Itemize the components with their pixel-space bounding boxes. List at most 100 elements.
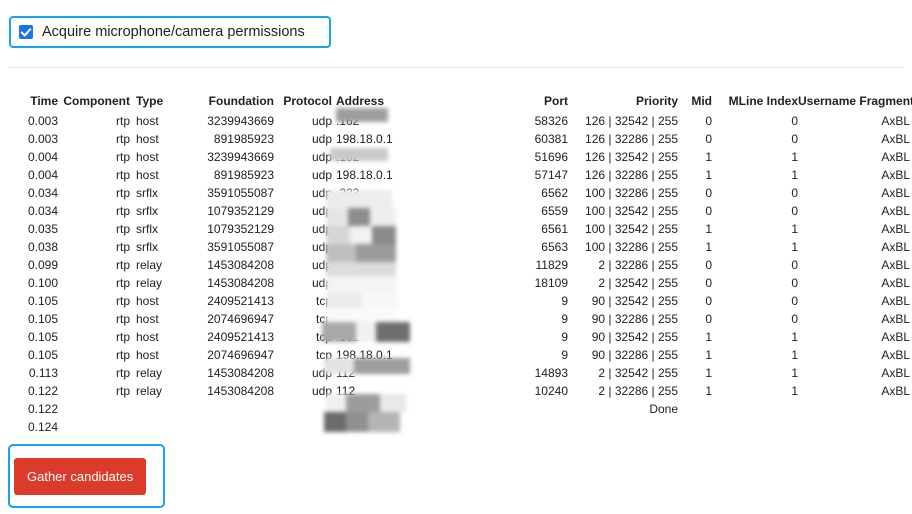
cell-foundation: 3239943669 <box>207 150 274 164</box>
cell-time: 0.122 <box>27 384 58 398</box>
cell-protocol: udp <box>311 240 332 254</box>
cell-address: .162 <box>336 294 360 308</box>
cell-address: .112 <box>336 276 359 290</box>
cell-protocol: udp <box>311 204 332 218</box>
gather-candidates-button[interactable]: Gather candidates <box>14 457 147 495</box>
column-header-mline-index: MLine Index <box>728 94 798 108</box>
column-header-username-fragment: Username Fragment <box>798 94 912 108</box>
cell-username-fragment: AxBL <box>881 348 910 362</box>
cell-priority: 126 | 32542 | 255 <box>585 150 678 164</box>
cell-port: 11829 <box>535 258 568 272</box>
cell-port: 18109 <box>534 276 568 290</box>
cell-mid: 1 <box>705 222 712 236</box>
cell-priority: 90 | 32286 | 255 <box>591 312 678 326</box>
cell-mid: 1 <box>705 348 712 362</box>
cell-mid <box>678 418 712 436</box>
cell-protocol: udp <box>311 366 332 380</box>
cell-time: 0.100 <box>27 276 58 290</box>
cell-priority: 100 | 32542 | 255 <box>585 222 678 236</box>
cell-port: 10240 <box>534 384 568 398</box>
table-body: 0.003 rtp host 3239943669 udp .162 58326 126 | … <box>0 112 910 436</box>
table-row: 0.004 rtp host 891985923 udp 198.18.0.1 57147 1… <box>0 166 910 184</box>
cell-time: 0.124 <box>27 420 58 434</box>
cell-port: 9 <box>561 294 568 308</box>
cell-component: rtp <box>115 312 130 326</box>
cell-time: 0.004 <box>27 168 58 182</box>
permission-checkbox-row[interactable]: Acquire microphone/camera permissions <box>9 16 331 48</box>
cell-mline-index: 0 <box>791 312 798 326</box>
cell-username-fragment: AxBL <box>881 132 910 146</box>
cell-address: .162 <box>336 330 360 344</box>
cell-time: 0.122 <box>27 402 58 416</box>
cell-type: relay <box>136 258 163 272</box>
cell-protocol: udp <box>311 384 332 398</box>
cell-time: 0.004 <box>27 150 58 164</box>
table-row: 0.105 rtp host 2074696947 tcp 198.18.0.1 9 90 |… <box>0 310 910 328</box>
cell-foundation <box>174 400 274 418</box>
cell-priority: 100 | 32542 | 255 <box>585 204 678 218</box>
cell-address: .223 <box>336 204 360 218</box>
cell-username-fragment: AxBL <box>881 186 910 200</box>
cell-mid: 0 <box>705 276 712 290</box>
cell-protocol: tcp <box>315 330 332 344</box>
column-header-address: Address <box>336 94 385 108</box>
cell-component <box>58 400 130 418</box>
cell-username-fragment: AxBL <box>881 330 910 344</box>
cell-port: 58326 <box>534 114 568 128</box>
cell-port: 9 <box>561 348 568 362</box>
cell-address: .223 <box>336 222 360 236</box>
cell-mline-index: 0 <box>791 132 798 146</box>
cell-protocol: udp <box>311 222 332 236</box>
cell-mid: 1 <box>705 384 712 398</box>
cell-address: 198.18.0.1 <box>336 168 393 182</box>
cell-type: relay <box>136 366 163 380</box>
column-header-time: Time <box>30 94 58 108</box>
candidates-table: Time Component Type Foundation Protocol … <box>0 94 912 436</box>
cell-foundation: 3591055087 <box>207 240 274 254</box>
cell-port: 9 <box>561 312 568 326</box>
cell-time: 0.105 <box>27 348 58 362</box>
gather-candidates-focus-box[interactable]: Gather candidates <box>8 444 165 508</box>
cell-component: rtp <box>115 222 130 236</box>
cell-type: srflx <box>136 186 158 200</box>
column-header-foundation: Foundation <box>208 94 274 108</box>
table-row: 0.105 rtp host 2074696947 tcp 198.18.0.1 9 90 |… <box>0 346 910 364</box>
cell-time: 0.034 <box>27 186 58 200</box>
cell-foundation: 3591055087 <box>207 186 274 200</box>
cell-protocol: tcp <box>315 348 332 362</box>
table-row: 0.004 rtp host 3239943669 udp .162 51696 126 | … <box>0 148 910 166</box>
cell-foundation <box>174 418 274 436</box>
checkmark-icon[interactable] <box>19 25 33 39</box>
cell-port: 6561 <box>541 222 568 236</box>
cell-username-fragment: AxBL <box>881 294 910 308</box>
cell-type: relay <box>136 384 163 398</box>
cell-address: 112 <box>336 384 356 398</box>
cell-mline-index <box>712 400 798 418</box>
cell-address: .162 <box>336 150 360 164</box>
cell-protocol: tcp <box>315 312 332 326</box>
cell-component: rtp <box>115 258 130 272</box>
cell-foundation: 1453084208 <box>207 258 274 272</box>
cell-component: rtp <box>115 348 130 362</box>
cell-component: rtp <box>115 186 130 200</box>
cell-mid: 1 <box>705 330 712 344</box>
cell-component: rtp <box>115 240 130 254</box>
cell-type <box>130 418 174 436</box>
cell-priority: 2 | 32286 | 255 <box>598 258 678 272</box>
cell-time: 0.099 <box>27 258 58 272</box>
table-row: 0.105 rtp host 2409521413 tcp .162 9 90 | 32542… <box>0 292 910 310</box>
cell-protocol: tcp <box>315 294 332 308</box>
cell-address <box>332 400 496 418</box>
table-row: 0.099 rtp relay 1453084208 udp .112 11829 2 | 3… <box>0 256 910 274</box>
cell-address <box>332 418 496 436</box>
cell-username-fragment <box>798 418 910 436</box>
cell-port: 6563 <box>541 240 568 254</box>
cell-component: rtp <box>115 168 130 182</box>
permission-checkbox-label: Acquire microphone/camera permissions <box>42 23 305 40</box>
cell-component: rtp <box>115 276 130 290</box>
cell-time: 0.003 <box>27 114 58 128</box>
cell-type: host <box>136 150 159 164</box>
cell-username-fragment: AxBL <box>881 366 910 380</box>
cell-priority: 90 | 32286 | 255 <box>591 348 678 362</box>
cell-priority: 90 | 32542 | 255 <box>591 294 678 308</box>
